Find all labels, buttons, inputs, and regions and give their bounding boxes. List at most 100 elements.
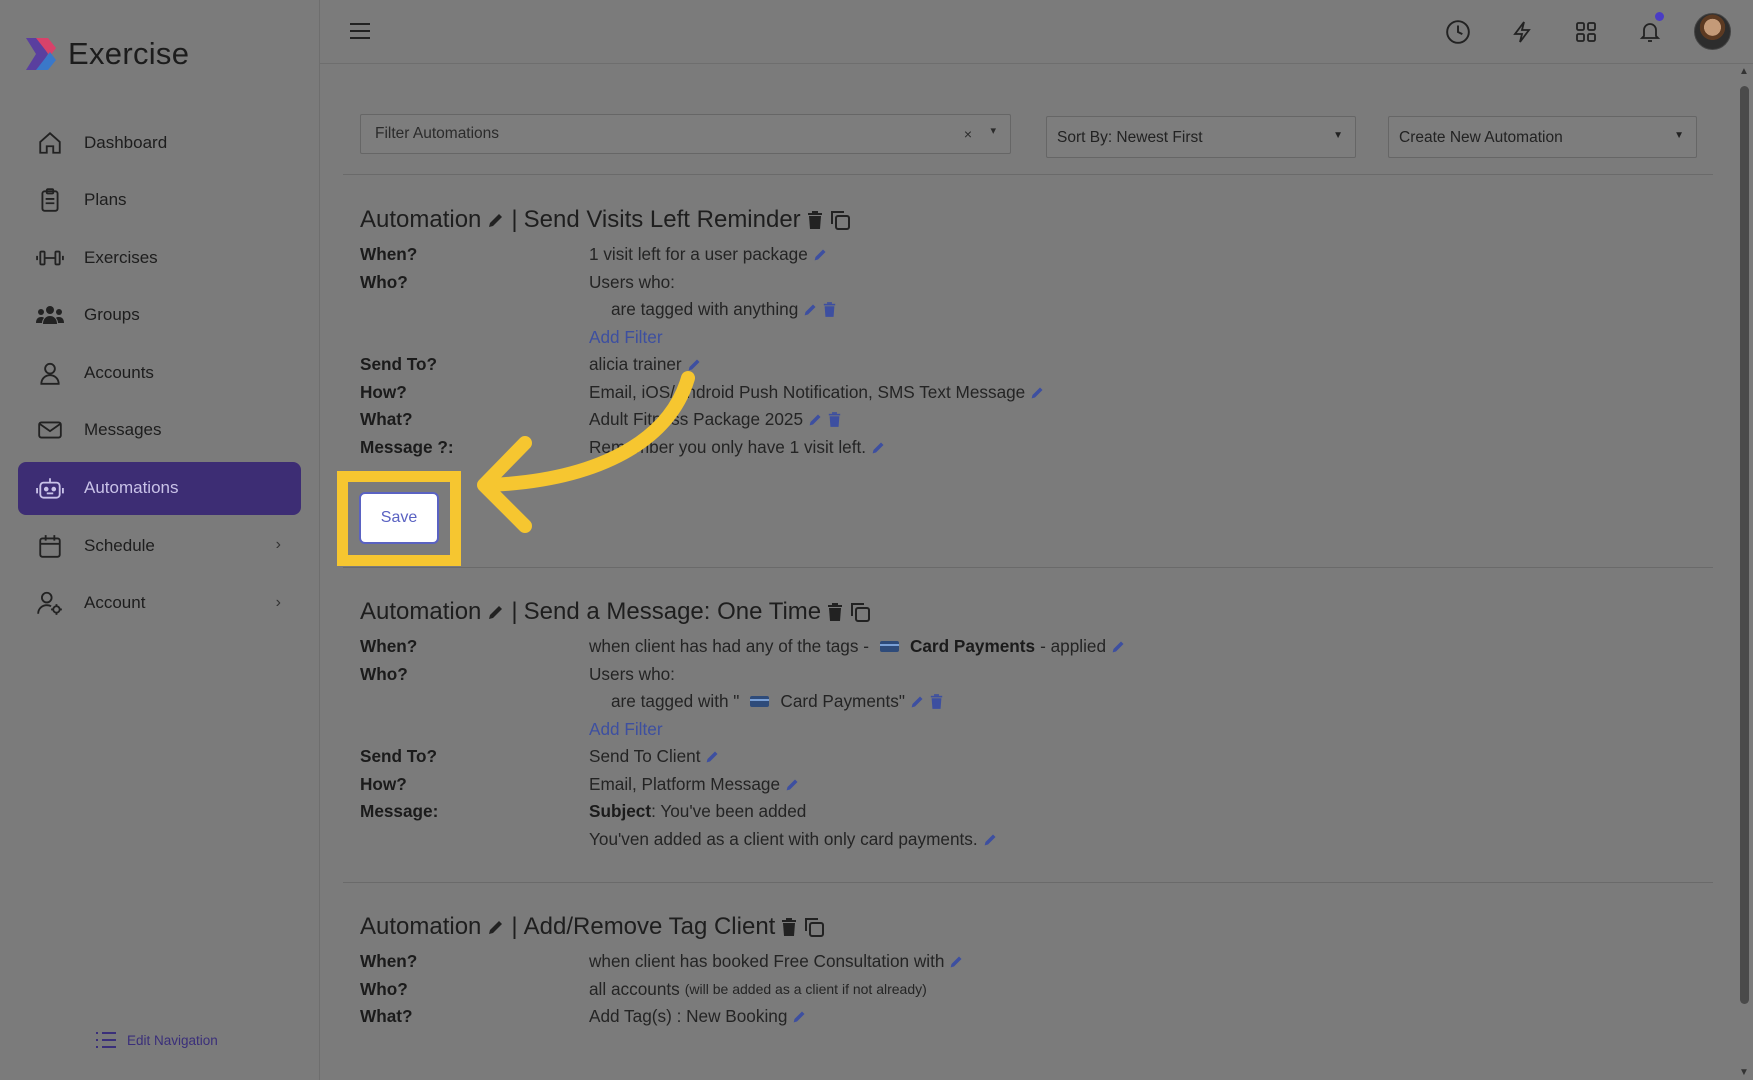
edit-navigation-label: Edit Navigation	[127, 1032, 218, 1048]
pencil-icon[interactable]	[949, 954, 964, 969]
trash-icon[interactable]	[930, 694, 943, 709]
user-cog-icon	[36, 589, 64, 617]
filter-automations-input[interactable]: Filter Automations × ▾	[360, 114, 1011, 154]
when-text: 1 visit left for a user package	[589, 244, 808, 264]
title-separator: |	[511, 206, 518, 233]
trash-icon[interactable]	[828, 412, 841, 427]
copy-icon[interactable]	[849, 601, 871, 623]
subject-text: : You've been added	[651, 801, 807, 821]
history-icon[interactable]	[1444, 18, 1472, 46]
title-separator: |	[511, 913, 518, 940]
calendar-icon	[36, 532, 64, 560]
automation-prefix: Automation	[360, 598, 482, 625]
pencil-icon[interactable]	[808, 412, 823, 427]
message-body-row: You'ven added as a client with only card…	[360, 829, 1660, 857]
filter-row: Filter Automations × ▾ Sort By: Newest F…	[360, 114, 1713, 158]
scroll-down-icon[interactable]: ▼	[1739, 1067, 1749, 1078]
pencil-icon[interactable]	[487, 211, 505, 229]
list-icon	[96, 1032, 116, 1048]
robot-icon	[36, 474, 64, 502]
trash-icon[interactable]	[827, 603, 843, 621]
when-label: When?	[360, 244, 418, 264]
save-button[interactable]: Save	[359, 492, 439, 544]
how-value: Email, Platform Message	[589, 774, 800, 795]
trash-icon[interactable]	[781, 918, 797, 936]
when-text: when client has booked Free Consultation…	[589, 951, 945, 971]
sidebar-item-label: Groups	[84, 305, 140, 325]
sort-select[interactable]: Sort By: Newest First ▼	[1046, 116, 1356, 158]
sidebar-item-schedule[interactable]: Schedule ›	[18, 519, 301, 572]
copy-icon[interactable]	[803, 916, 825, 938]
who-filter: are tagged with " Card Payments"	[611, 691, 943, 712]
pencil-icon[interactable]	[487, 918, 505, 936]
edit-navigation-link[interactable]: Edit Navigation	[95, 1031, 218, 1049]
sidebar-item-messages[interactable]: Messages	[18, 404, 301, 457]
apps-grid-icon[interactable]	[1572, 18, 1600, 46]
pencil-icon[interactable]	[792, 1009, 807, 1024]
when-label: When?	[360, 636, 418, 656]
add-filter-link[interactable]: Add Filter	[589, 327, 663, 348]
scrollbar[interactable]: ▲ ▼	[1735, 64, 1753, 1080]
scroll-thumb[interactable]	[1740, 86, 1749, 1004]
sidebar-item-dashboard[interactable]: Dashboard	[18, 116, 301, 169]
pencil-icon[interactable]	[813, 247, 828, 262]
what-label: What?	[360, 1006, 413, 1026]
user-icon	[36, 359, 64, 387]
pencil-icon[interactable]	[983, 832, 998, 847]
pencil-icon[interactable]	[871, 440, 886, 455]
who-filter-row: are tagged with " Card Payments"	[360, 691, 1660, 719]
copy-icon[interactable]	[829, 209, 851, 231]
scroll-up-icon[interactable]: ▲	[1739, 66, 1749, 77]
bolt-icon[interactable]	[1508, 18, 1536, 46]
main-content: Filter Automations × ▾ Sort By: Newest F…	[343, 64, 1713, 1080]
sidebar-item-plans[interactable]: Plans	[18, 174, 301, 227]
sidebar-item-accounts[interactable]: Accounts	[18, 346, 301, 399]
pencil-icon[interactable]	[1111, 639, 1126, 654]
avatar[interactable]	[1694, 13, 1731, 50]
who-text: all accounts	[589, 978, 680, 999]
automation-title: Automation | Send Visits Left Reminder	[360, 202, 1660, 238]
divider	[343, 174, 1713, 175]
automation-card: Automation | Send a Message: One Time Wh…	[360, 594, 1660, 856]
when-row: When? when client has had any of the tag…	[360, 636, 1660, 664]
app-name: Exercise	[68, 36, 190, 71]
pencil-icon[interactable]	[785, 777, 800, 792]
bell-icon[interactable]	[1636, 12, 1664, 46]
message-label: Message ?:	[360, 436, 454, 457]
trash-icon[interactable]	[807, 211, 823, 229]
sidebar-item-exercises[interactable]: Exercises	[18, 231, 301, 284]
when-label: When?	[360, 951, 418, 971]
who-row: Who? Users who:	[360, 272, 1660, 300]
send-to-value: Send To Client	[589, 746, 720, 767]
credit-card-icon	[750, 696, 770, 707]
envelope-icon	[36, 416, 64, 444]
trash-icon[interactable]	[823, 302, 836, 317]
message-body: You'ven added as a client with only card…	[589, 829, 998, 850]
pencil-icon[interactable]	[803, 302, 818, 317]
clipboard-icon	[36, 186, 64, 214]
add-filter-link[interactable]: Add Filter	[589, 719, 663, 740]
create-label: Create New Automation	[1399, 129, 1563, 146]
caret-down-icon[interactable]: ▾	[990, 124, 996, 137]
automation-name: Send a Message: One Time	[523, 598, 822, 625]
pencil-icon[interactable]	[1030, 385, 1045, 400]
divider	[343, 882, 1713, 883]
what-text: Add Tag(s) : New Booking	[589, 1006, 788, 1026]
app-logo[interactable]: Exercise	[22, 36, 189, 72]
who-filter-text: are tagged with "	[611, 691, 740, 711]
pencil-icon[interactable]	[910, 694, 925, 709]
create-automation-select[interactable]: Create New Automation ▼	[1388, 116, 1697, 158]
chevron-right-icon: ›	[275, 536, 281, 554]
menu-icon[interactable]	[348, 20, 372, 47]
send-to-text: Send To Client	[589, 746, 701, 766]
what-value: Add Tag(s) : New Booking	[589, 1006, 807, 1027]
who-value: all accounts (will be added as a client i…	[589, 979, 927, 1000]
sidebar-item-label: Dashboard	[84, 132, 168, 152]
pencil-icon[interactable]	[705, 749, 720, 764]
sidebar-item-account[interactable]: Account ›	[18, 577, 301, 630]
pencil-icon[interactable]	[487, 603, 505, 621]
sidebar-item-automations[interactable]: Automations	[18, 461, 301, 515]
chevron-right-icon: ›	[275, 593, 281, 611]
sidebar-item-groups[interactable]: Groups	[18, 289, 301, 342]
clear-icon[interactable]: ×	[964, 126, 972, 142]
